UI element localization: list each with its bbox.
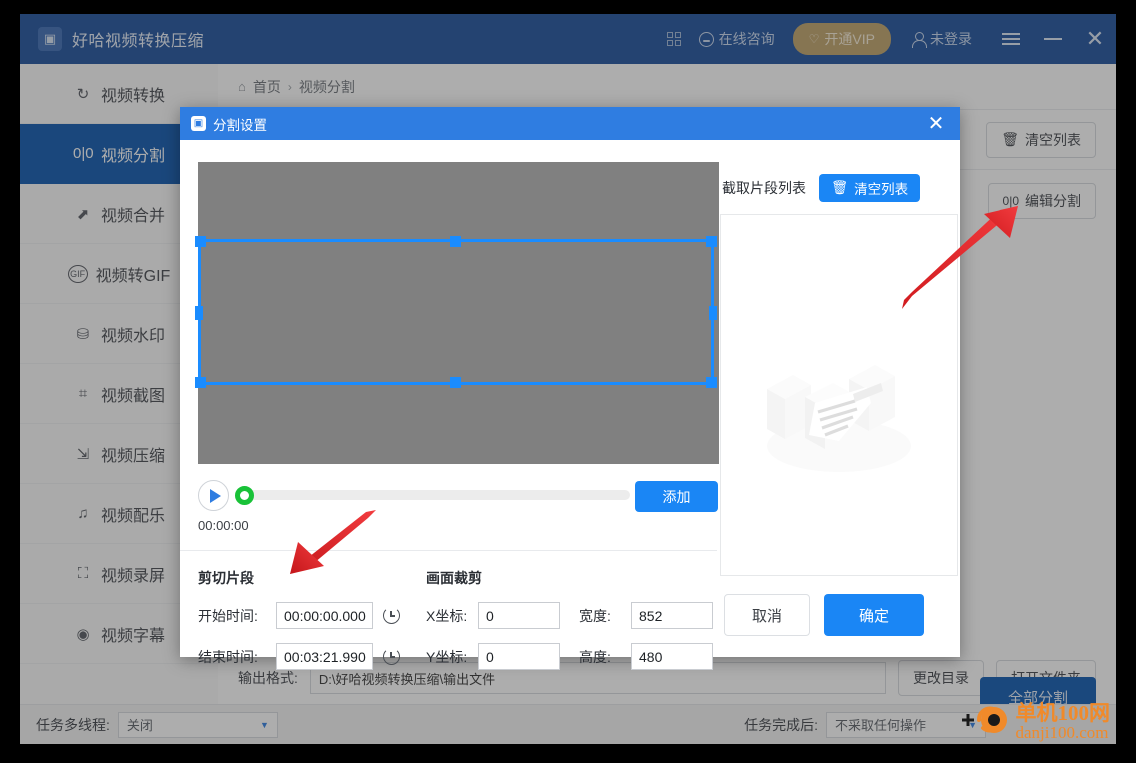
crop-handle-bottom-left[interactable]: [195, 377, 206, 388]
crop-handle-middle-right[interactable]: [709, 306, 717, 320]
end-time-row: 结束时间: 00:03:21.990: [198, 643, 413, 670]
clear-segment-list-button[interactable]: 🗑 清空列表: [819, 174, 921, 202]
crop-handle-top-center[interactable]: [450, 236, 461, 247]
crop-handle-top-left[interactable]: [195, 236, 206, 247]
empty-box-icon: [767, 365, 911, 472]
clip-section-title: 剪切片段: [198, 570, 254, 586]
clock-reset-icon[interactable]: [383, 607, 400, 624]
player-controls: 00:00:00 添加: [198, 480, 738, 540]
segment-list-title: 截取片段列表: [722, 180, 806, 196]
crop-handle-bottom-center[interactable]: [450, 377, 461, 388]
clear-segment-list-label: 清空列表: [854, 182, 909, 197]
crop-handle-top-right[interactable]: [706, 236, 717, 247]
segment-list[interactable]: [720, 214, 958, 576]
crop-y-row: Y坐标: 0 高度: 480: [426, 643, 726, 670]
crop-x-row: X坐标: 0 宽度: 852: [426, 602, 726, 629]
dialog-confirm-button[interactable]: 确定: [824, 594, 924, 636]
height-input[interactable]: 480: [631, 643, 713, 670]
add-segment-button[interactable]: 添加: [635, 481, 718, 512]
width-input[interactable]: 852: [631, 602, 713, 629]
timeline-track[interactable]: [248, 490, 630, 500]
height-label: 高度:: [579, 648, 611, 665]
dialog-close-button[interactable]: ✕: [912, 107, 960, 140]
watermark-line1: 单机100网: [1015, 701, 1111, 726]
play-icon: [209, 488, 221, 503]
trash-icon: 🗑: [831, 180, 849, 195]
video-preview[interactable]: [195, 162, 719, 464]
dialog-body: 00:00:00 添加 剪切片段 开始时间: 00:00:00.000 结束时间…: [180, 140, 960, 670]
y-coord-input[interactable]: 0: [478, 643, 560, 670]
x-coord-label: X坐标:: [426, 607, 468, 624]
dialog-title-bar: ▣ 分割设置 ✕: [180, 107, 960, 140]
play-button[interactable]: [198, 480, 229, 511]
segment-list-panel: 截取片段列表 🗑 清空列表 取消 确定: [720, 140, 960, 657]
y-coord-label: Y坐标:: [426, 648, 468, 665]
end-time-input[interactable]: 00:03:21.990: [276, 643, 373, 670]
site-watermark: 单机100网 danji100.com: [954, 698, 1111, 743]
watermark-line2: danji100.com: [1015, 723, 1109, 743]
start-time-input[interactable]: 00:00:00.000: [276, 602, 373, 629]
clock-reset-icon[interactable]: [383, 648, 400, 665]
crop-handle-bottom-right[interactable]: [706, 377, 717, 388]
crop-section-title: 画面裁剪: [426, 570, 482, 586]
timeline-knob[interactable]: [235, 486, 254, 505]
crop-handle-middle-left[interactable]: [195, 306, 203, 320]
dialog-cancel-button[interactable]: 取消: [724, 594, 810, 636]
crop-rectangle[interactable]: [195, 236, 717, 388]
start-time-label: 开始时间:: [198, 607, 258, 624]
watermark-logo-icon: [961, 706, 1007, 733]
current-time-label: 00:00:00: [198, 518, 249, 533]
width-label: 宽度:: [579, 607, 611, 624]
form-divider: [180, 550, 717, 551]
application-window: ▣ 好哈视频转换压缩 在线咨询 ♡ 开通VIP 未登录 ✕ ↻ 视频转换 0|0…: [20, 14, 1116, 744]
app-logo-icon: ▣: [191, 116, 206, 131]
x-coord-input[interactable]: 0: [478, 602, 560, 629]
start-time-row: 开始时间: 00:00:00.000: [198, 602, 413, 629]
split-settings-dialog: ▣ 分割设置 ✕ 00:00:00 添加 剪切片段 开始时间: 00:00:00…: [180, 107, 960, 670]
dialog-title: 分割设置: [213, 117, 267, 133]
end-time-label: 结束时间:: [198, 648, 258, 665]
